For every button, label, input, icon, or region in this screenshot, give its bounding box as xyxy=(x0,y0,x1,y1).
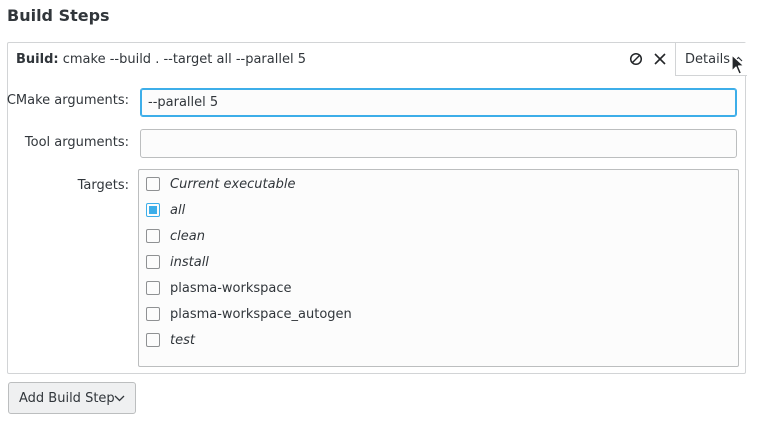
target-checkbox[interactable] xyxy=(146,229,160,243)
target-item[interactable]: plasma-workspace xyxy=(146,278,292,298)
target-item[interactable]: Current executable xyxy=(146,174,295,194)
target-item[interactable]: all xyxy=(146,200,185,220)
target-label: all xyxy=(170,202,186,218)
target-item[interactable]: clean xyxy=(146,226,205,246)
remove-step-button[interactable] xyxy=(650,49,670,69)
cmake-arguments-input[interactable] xyxy=(140,88,737,117)
target-label: Current executable xyxy=(170,176,296,192)
target-item[interactable]: install xyxy=(146,252,209,272)
close-icon xyxy=(654,53,666,65)
tool-arguments-input[interactable] xyxy=(140,129,737,158)
details-label: Details xyxy=(685,51,731,67)
disable-step-button[interactable] xyxy=(626,49,646,69)
target-checkbox[interactable] xyxy=(146,281,160,295)
build-step-panel: Build: cmake --build . --target all --pa… xyxy=(6,42,747,374)
target-checkbox[interactable] xyxy=(146,333,160,347)
tool-arguments-label: Tool arguments: xyxy=(24,135,129,150)
disable-icon xyxy=(629,52,643,66)
target-item[interactable]: test xyxy=(146,330,195,350)
chevron-down-icon xyxy=(114,395,125,402)
target-checkbox[interactable] xyxy=(146,307,160,321)
step-summary: Build: cmake --build . --target all --pa… xyxy=(16,52,306,67)
target-checkbox[interactable] xyxy=(146,255,160,269)
target-label: install xyxy=(170,254,209,270)
target-checkbox[interactable] xyxy=(146,203,160,217)
target-label: plasma-workspace xyxy=(170,280,292,296)
target-item[interactable]: plasma-workspace_autogen xyxy=(146,304,352,324)
target-label: test xyxy=(170,332,195,348)
targets-label: Targets: xyxy=(77,178,129,193)
section-title: Build Steps xyxy=(7,6,110,25)
add-build-step-label: Add Build Step xyxy=(19,390,115,406)
cmake-arguments-label: CMake arguments: xyxy=(6,93,129,108)
step-summary-command: cmake --build . --target all --parallel … xyxy=(62,52,306,67)
target-label: plasma-workspace_autogen xyxy=(170,306,352,322)
step-summary-label: Build: xyxy=(16,52,59,67)
mouse-cursor-icon xyxy=(731,54,745,75)
targets-list: Current executable all clean install pla… xyxy=(138,169,739,367)
target-label: clean xyxy=(170,228,205,244)
add-build-step-button[interactable]: Add Build Step xyxy=(8,382,136,414)
target-checkbox[interactable] xyxy=(146,177,160,191)
